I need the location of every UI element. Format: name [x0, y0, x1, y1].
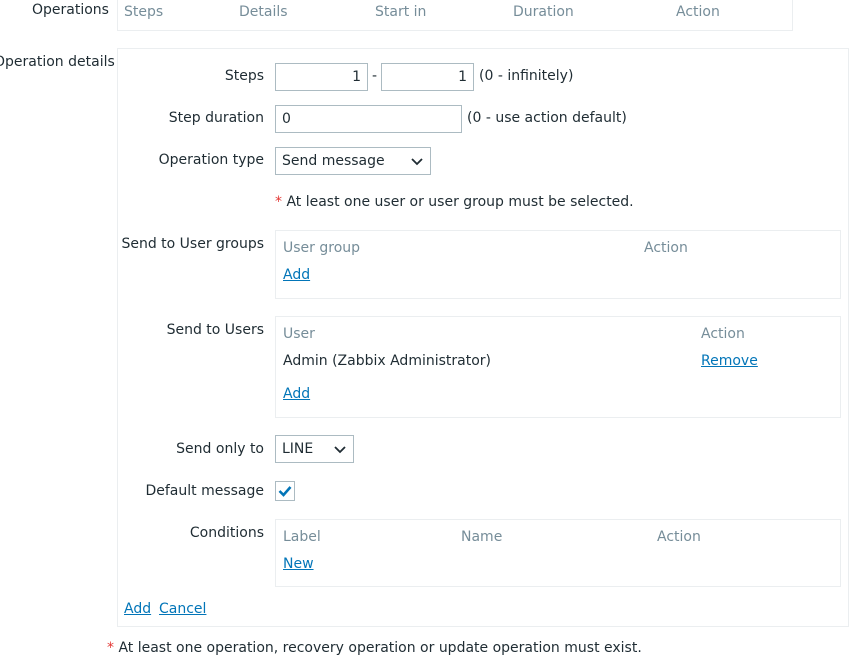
conditions-label: Conditions [189, 525, 264, 541]
steps-label: Steps [224, 68, 264, 84]
send-only-to-value: LINE [282, 441, 314, 457]
steps-separator: - [372, 68, 378, 84]
bottom-required-text: At least one operation, recovery operati… [118, 640, 642, 656]
default-message-label: Default message [145, 483, 264, 499]
conditions-col-name: Name [461, 529, 503, 545]
bottom-required-note: * At least one operation, recovery opera… [107, 640, 642, 656]
conditions-new-link[interactable]: New [283, 556, 314, 572]
step-duration-label: Step duration [168, 110, 264, 126]
chevron-down-icon [334, 446, 346, 454]
steps-hint: (0 - infinitely) [479, 68, 574, 84]
required-asterisk: * [275, 194, 282, 210]
operations-label: Operations [32, 2, 109, 18]
default-message-checkbox[interactable] [275, 481, 295, 501]
operation-type-label: Operation type [158, 152, 264, 168]
users-add-link[interactable]: Add [283, 386, 310, 402]
operation-details-panel: Steps - (0 - infinitely) Step duration (… [117, 48, 849, 627]
step-duration-hint: (0 - use action default) [467, 110, 627, 126]
conditions-table: Label Name Action New [275, 519, 841, 587]
send-to-user-groups-label: Send to User groups [121, 236, 264, 252]
checkmark-icon [278, 486, 292, 497]
users-col-user: User [283, 326, 315, 342]
users-col-action: Action [701, 326, 745, 342]
operation-details-label: Operation details [0, 54, 115, 70]
required-note: * At least one user or user group must b… [275, 194, 634, 210]
users-row-user: Admin (Zabbix Administrator) [283, 353, 491, 369]
chevron-down-icon [411, 158, 423, 166]
required-note-text: At least one user or user group must be … [286, 194, 634, 210]
operations-table: Steps Details Start in Duration Action [117, 0, 793, 31]
step-duration-input[interactable] [275, 105, 462, 133]
bottom-required-asterisk: * [107, 640, 114, 656]
steps-to-input[interactable] [381, 63, 474, 91]
operations-col-start-in: Start in [375, 4, 427, 20]
operations-col-steps: Steps [124, 4, 164, 20]
users-row-remove-link[interactable]: Remove [701, 353, 758, 369]
operations-col-action: Action [676, 4, 720, 20]
user-groups-col-group: User group [283, 240, 361, 256]
operation-type-select[interactable]: Send message [275, 147, 431, 175]
send-to-users-label: Send to Users [166, 322, 264, 338]
operations-col-details: Details [239, 4, 288, 20]
send-only-to-label: Send only to [176, 441, 264, 457]
steps-from-input[interactable] [275, 63, 368, 91]
conditions-col-action: Action [657, 529, 701, 545]
user-groups-add-link[interactable]: Add [283, 267, 310, 283]
operations-col-duration: Duration [513, 4, 574, 20]
operation-type-value: Send message [282, 153, 385, 169]
send-only-to-select[interactable]: LINE [275, 435, 354, 463]
user-groups-table: User group Action Add [275, 230, 841, 299]
users-table: User Action Admin (Zabbix Administrator)… [275, 316, 841, 418]
conditions-col-label: Label [283, 529, 321, 545]
operation-add-link[interactable]: Add [124, 601, 151, 617]
user-groups-col-action: Action [644, 240, 688, 256]
operation-cancel-link[interactable]: Cancel [159, 601, 206, 617]
